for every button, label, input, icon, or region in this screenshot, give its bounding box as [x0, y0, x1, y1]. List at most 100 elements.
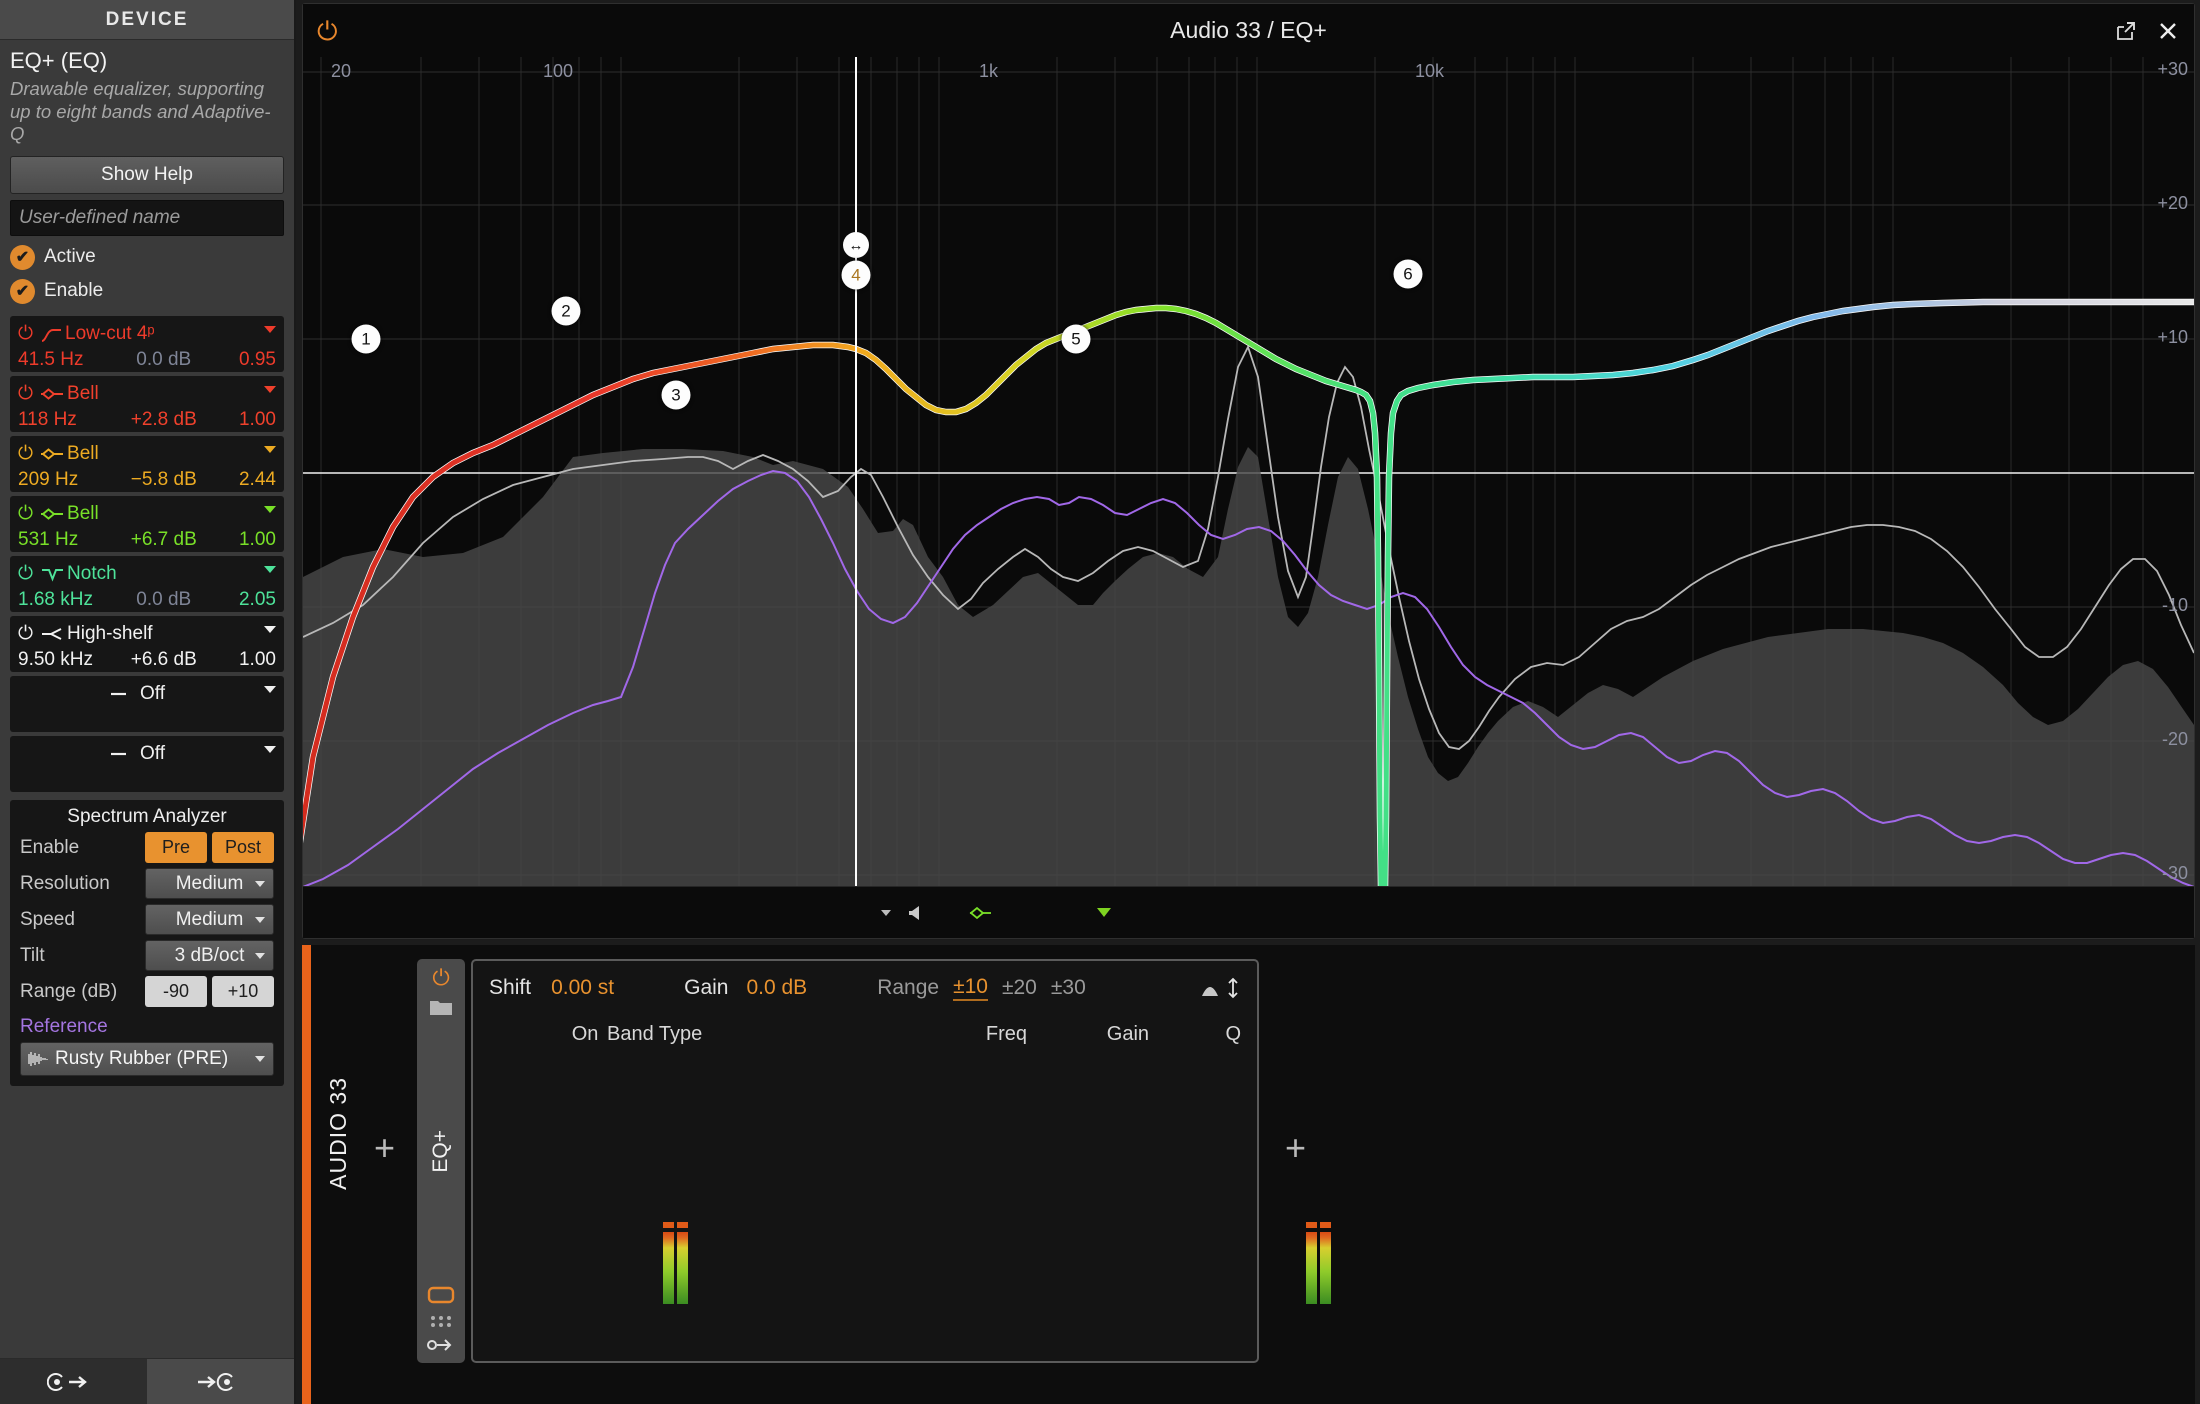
adaptive-q-button[interactable] [1199, 977, 1241, 999]
sidebar-band-4[interactable]: ⏻ Bell 531 Hz +6.7 dB 1.00 [10, 495, 284, 552]
sidebar-band-7-type: Off [111, 682, 165, 704]
clip-indicator[interactable] [663, 1222, 688, 1228]
range-option-30[interactable]: ±30 [1051, 976, 1086, 1000]
route-out-button[interactable] [0, 1359, 147, 1404]
sidebar-band-8-dropdown-arrow[interactable] [264, 745, 276, 753]
active-toggle-row[interactable]: ✔ Active [10, 244, 284, 270]
sidebar-band-4-dropdown-arrow[interactable] [264, 505, 276, 513]
sidebar-band-2-type: Bell [40, 383, 99, 405]
add-device-button-right[interactable]: + [1285, 1130, 1306, 1166]
folder-icon[interactable] [428, 997, 454, 1017]
sidebar-band-6-gain[interactable]: +6.6 dB [121, 649, 206, 671]
sidebar-band-8[interactable]: Off [10, 735, 284, 792]
sidebar-band-2-freq[interactable]: 118 Hz [18, 409, 121, 431]
analyzer-enable-row: Enable Pre Post [20, 832, 274, 864]
spectrum-analyzer-panel: Spectrum Analyzer Enable Pre Post Resolu… [10, 799, 284, 1086]
sidebar-band-6[interactable]: ⏻ High-shelf 9.50 kHz +6.6 dB 1.00 [10, 615, 284, 672]
range-option-10[interactable]: ±10 [953, 975, 988, 1001]
analyzer-range-min-field[interactable]: -90 [145, 976, 207, 1008]
vertical-arrows-icon [1228, 977, 1238, 999]
sidebar-band-5-power-button[interactable]: ⏻ [18, 564, 33, 583]
band-marker-4[interactable]: 4 [841, 260, 871, 290]
sidebar-band-5[interactable]: ⏻ Notch 1.68 kHz 0.0 dB 2.05 [10, 555, 284, 612]
sidebar-band-2[interactable]: ⏻ Bell 118 Hz +2.8 dB 1.00 [10, 375, 284, 432]
enable-toggle-row[interactable]: ✔ Enable [10, 278, 284, 304]
sidebar-band-6-dropdown-arrow[interactable] [264, 625, 276, 633]
sidebar-band-3-type: Bell [40, 443, 99, 465]
routing-icon[interactable] [426, 1337, 456, 1353]
plugin-title: Audio 33 / EQ+ [1170, 17, 1327, 43]
sidebar-band-1-q[interactable]: 0.95 [206, 349, 276, 371]
band-marker-2[interactable]: 2 [551, 296, 581, 326]
sidebar-band-6-power-button[interactable]: ⏻ [18, 624, 33, 643]
sidebar-band-6-freq[interactable]: 9.50 kHz [18, 649, 121, 671]
band-marker-6[interactable]: 6 [1393, 259, 1423, 289]
active-checkbox[interactable]: ✔ [10, 244, 35, 270]
sidebar-band-4-freq[interactable]: 531 Hz [18, 529, 121, 551]
chevron-down-icon[interactable] [881, 909, 891, 916]
show-help-button[interactable]: Show Help [10, 155, 284, 194]
sidebar-band-3-gain[interactable]: −5.8 dB [121, 469, 206, 491]
eq-graph[interactable]: 20 100 1k 10k +30 +20 +10 -10 -20 -30 ↔ … [303, 57, 2194, 886]
sidebar-band-2-power-button[interactable]: ⏻ [18, 384, 33, 403]
popout-button[interactable] [2114, 19, 2138, 43]
sidebar-band-3-dropdown-arrow[interactable] [264, 445, 276, 453]
add-device-button-left[interactable]: + [374, 1130, 395, 1166]
close-button[interactable] [2156, 19, 2180, 43]
sidebar-band-3-freq[interactable]: 209 Hz [18, 469, 121, 491]
sidebar-band-7[interactable]: Off [10, 675, 284, 732]
band-marker-1[interactable]: 1 [351, 324, 381, 354]
dots-icon[interactable] [428, 1313, 454, 1329]
sidebar-band-3[interactable]: ⏻ Bell 209 Hz −5.8 dB 2.44 [10, 435, 284, 492]
analyzer-post-button[interactable]: Post [212, 832, 274, 864]
enable-checkbox[interactable]: ✔ [10, 278, 35, 304]
chevron-down-icon [255, 953, 265, 960]
band-type-dropdown-arrow[interactable] [1097, 908, 1111, 917]
sidebar-band-5-q[interactable]: 2.05 [206, 589, 276, 611]
analyzer-speed-select[interactable]: Medium [145, 904, 274, 936]
analyzer-tilt-select[interactable]: 3 dB/oct [145, 940, 274, 972]
user-defined-name-input[interactable]: User-defined name [10, 199, 284, 236]
clip-indicator[interactable] [1306, 1222, 1331, 1228]
analyzer-resolution-select[interactable]: Medium [145, 868, 274, 900]
band-marker-5[interactable]: 5 [1061, 324, 1091, 354]
band-marker-3[interactable]: 3 [661, 380, 691, 410]
sidebar-band-1-gain[interactable]: 0.0 dB [121, 349, 206, 371]
route-out-icon [46, 1372, 87, 1391]
sidebar-band-5-freq[interactable]: 1.68 kHz [18, 589, 121, 611]
range-option-20[interactable]: ±20 [1002, 976, 1037, 1000]
sidebar-band-2-gain[interactable]: +2.8 dB [121, 409, 206, 431]
band-4-drag-handle[interactable]: ↔ [843, 232, 869, 258]
sidebar-band-4-power-button[interactable]: ⏻ [18, 504, 33, 523]
sidebar-band-2-dropdown-arrow[interactable] [264, 385, 276, 393]
eq-graph-svg [303, 57, 2194, 886]
analyzer-range-max-field[interactable]: +10 [212, 976, 274, 1008]
sidebar-band-4-gain[interactable]: +6.7 dB [121, 529, 206, 551]
sidebar-band-3-power-button[interactable]: ⏻ [18, 444, 33, 463]
sidebar-band-5-dropdown-arrow[interactable] [264, 565, 276, 573]
sidebar-band-2-q[interactable]: 1.00 [206, 409, 276, 431]
rect-icon[interactable] [427, 1285, 455, 1305]
sidebar-band-4-q[interactable]: 1.00 [206, 529, 276, 551]
sidebar-band-7-dropdown-arrow[interactable] [264, 685, 276, 693]
reference-select[interactable]: Rusty Rubber (PRE) [20, 1041, 274, 1076]
sidebar-band-1-dropdown-arrow[interactable] [264, 325, 276, 333]
analyzer-pre-button[interactable]: Pre [145, 832, 207, 864]
sidebar-band-8-type: Off [111, 742, 165, 764]
solo-icon[interactable] [907, 903, 929, 923]
col-header-on: On [571, 1023, 599, 1045]
sidebar-band-6-q[interactable]: 1.00 [206, 649, 276, 671]
sidebar-band-1[interactable]: ⏻ Low-cut 4ᵖ 41.5 Hz 0.0 dB 0.95 [10, 315, 284, 372]
gain-value[interactable]: 0.0 dB [746, 976, 807, 1000]
sidebar-band-1-power-button[interactable]: ⏻ [18, 324, 33, 343]
analyzer-tilt-value: 3 dB/oct [174, 944, 245, 966]
sidebar-band-1-freq[interactable]: 41.5 Hz [18, 349, 121, 371]
plugin-power-button[interactable]: ⏻ [317, 18, 338, 44]
route-in-button[interactable] [147, 1359, 294, 1404]
device-power-button[interactable]: ⏻ [432, 967, 449, 989]
reference-label: Reference [20, 1015, 108, 1037]
sidebar-band-5-gain[interactable]: 0.0 dB [121, 589, 206, 611]
shift-value[interactable]: 0.00 st [551, 976, 614, 1000]
plugin-window: ⏻ Audio 33 / EQ+ 20 100 1k 10k +30 +20 +… [302, 3, 2195, 939]
sidebar-band-3-q[interactable]: 2.44 [206, 469, 276, 491]
